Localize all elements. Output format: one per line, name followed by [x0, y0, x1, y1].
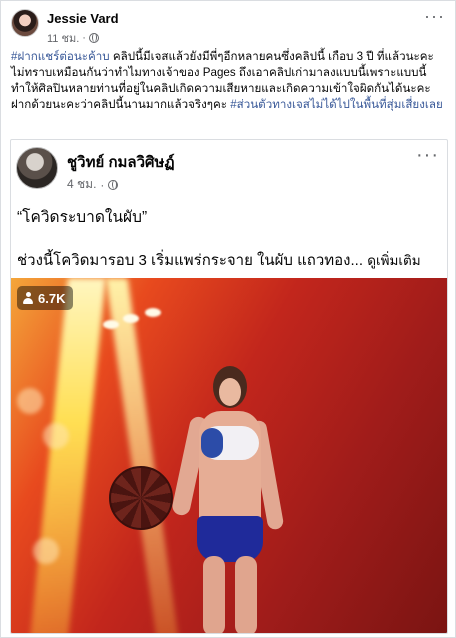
- shared-post-meta: 4 ชม. ·: [67, 175, 119, 194]
- meta-separator: ·: [82, 32, 86, 44]
- bokeh-light: [17, 388, 43, 414]
- round-fan-prop: [109, 466, 173, 530]
- hashtag-link-2[interactable]: #ส่วนตัวทางเจสไม่ได้ไปในพื้นที่สุ่มเสี่ย…: [230, 98, 443, 111]
- shared-post-body: ช่วงนี้โควิดมารอบ 3 เริ่มแพร่กระจาย ในผั…: [17, 248, 445, 272]
- video-player[interactable]: 6.7K: [11, 278, 447, 633]
- shared-more-options-icon[interactable]: ···: [416, 145, 439, 165]
- post-time[interactable]: 11 ชม.: [47, 29, 79, 47]
- stage-light: [103, 320, 119, 329]
- hashtag-link[interactable]: #ฝากแชร์ต่อนะค้าบ: [11, 50, 110, 63]
- facebook-post-card: Jessie Vard 11 ชม. · ··· #ฝากแชร์ต่อนะค้…: [0, 0, 456, 638]
- stage-light-beam: [105, 278, 179, 633]
- person-icon: [23, 292, 33, 304]
- view-count: 6.7K: [38, 290, 66, 306]
- author-avatar[interactable]: [11, 9, 39, 37]
- globe-icon[interactable]: [108, 179, 119, 190]
- meta-separator: ·: [100, 177, 105, 192]
- shared-body-text: ช่วงนี้โควิดมารอบ 3 เริ่มแพร่กระจาย ในผั…: [17, 252, 364, 269]
- post-caption: #ฝากแชร์ต่อนะค้าบ คลิปนี้มีเจสแล้วยังมีพ…: [11, 49, 447, 113]
- stage-light-beam: [30, 278, 106, 633]
- bokeh-light: [33, 538, 59, 564]
- stage-light: [145, 308, 161, 317]
- shared-author-name[interactable]: ชูวิทย์ กมลวิศิษฏ์: [67, 150, 175, 174]
- see-more-link[interactable]: ดูเพิ่มเติม: [367, 253, 420, 268]
- shared-author-avatar[interactable]: [16, 147, 58, 189]
- globe-icon[interactable]: [88, 33, 99, 43]
- post-meta: 11 ชม. ·: [47, 29, 99, 47]
- shared-post-title: “โควิดระบาดในผับ”: [17, 209, 148, 226]
- post-header: Jessie Vard 11 ชม. · ···: [11, 7, 447, 45]
- stage-light: [123, 314, 139, 323]
- shared-post: ชูวิทย์ กมลวิศิษฏ์ 4 ชม. · ··· “โควิดระบ…: [10, 139, 448, 634]
- author-name[interactable]: Jessie Vard: [47, 11, 119, 26]
- more-options-icon[interactable]: ···: [424, 7, 445, 25]
- view-count-badge: 6.7K: [17, 286, 74, 310]
- shared-post-time[interactable]: 4 ชม.: [67, 175, 96, 194]
- performer-figure: [170, 356, 291, 633]
- bokeh-light: [43, 423, 69, 449]
